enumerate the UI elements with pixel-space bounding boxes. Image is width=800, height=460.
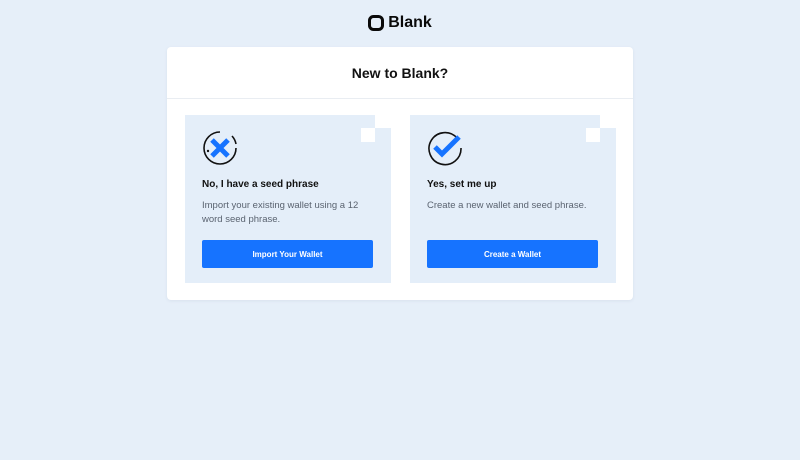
check-circle-icon bbox=[428, 131, 462, 166]
import-wallet-button[interactable]: Import Your Wallet bbox=[202, 240, 373, 268]
x-circle-icon bbox=[203, 131, 237, 165]
card-description: Create a new wallet and seed phrase. bbox=[427, 200, 587, 211]
app-logo: Blank bbox=[0, 14, 800, 32]
card-corner-decoration bbox=[600, 115, 616, 128]
create-wallet-button[interactable]: Create a Wallet bbox=[427, 240, 598, 268]
onboarding-panel: New to Blank? No, I have a seed phrase I… bbox=[167, 47, 633, 300]
card-corner-decoration bbox=[361, 128, 375, 142]
panel-header: New to Blank? bbox=[167, 47, 633, 99]
blank-logo-icon bbox=[368, 15, 385, 31]
card-title: No, I have a seed phrase bbox=[202, 179, 319, 190]
brand-name: Blank bbox=[388, 14, 432, 31]
card-corner-decoration bbox=[586, 128, 600, 142]
create-wallet-card[interactable]: Yes, set me up Create a new wallet and s… bbox=[410, 115, 616, 283]
import-wallet-card[interactable]: No, I have a seed phrase Import your exi… bbox=[185, 115, 391, 283]
card-corner-decoration bbox=[375, 115, 391, 128]
card-title: Yes, set me up bbox=[427, 179, 497, 190]
page-title: New to Blank? bbox=[351, 64, 449, 81]
card-description: Import your existing wallet using a 12 w… bbox=[202, 200, 359, 225]
